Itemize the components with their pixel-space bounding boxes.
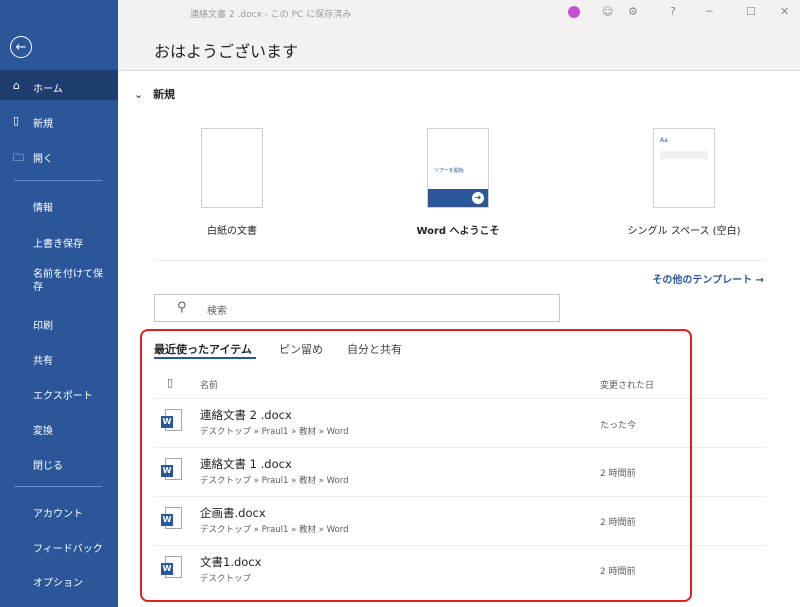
sidebar-item-export[interactable]: エクスポート	[0, 383, 118, 403]
sidebar: ← ⌂ ホーム ▯ 新規 🗀 開く 情報 上書き保存 名前を付けて保存 印刷 共…	[0, 0, 118, 607]
emoji-icon[interactable]: ☺	[602, 5, 613, 18]
annotation-highlight	[140, 329, 692, 602]
sidebar-item-info[interactable]: 情報	[0, 195, 118, 215]
help-icon[interactable]: ?	[670, 5, 676, 18]
template-thumb-line	[660, 151, 708, 159]
home-icon: ⌂	[13, 79, 20, 92]
sidebar-item-account[interactable]: アカウント	[0, 501, 118, 521]
sidebar-divider	[14, 180, 102, 181]
sidebar-item-convert[interactable]: 変換	[0, 418, 118, 438]
template-label: Word へようこそ	[416, 226, 500, 237]
header: おはようございます	[118, 24, 800, 71]
sidebar-item-print[interactable]: 印刷	[0, 313, 118, 333]
template-blank-document[interactable]	[201, 128, 263, 208]
sidebar-divider	[14, 486, 102, 487]
maximize-icon[interactable]: ☐	[746, 5, 756, 18]
new-section-toggle[interactable]: ⌄ 新規	[134, 86, 175, 102]
window-title: 連絡文書 2 .docx - この PC に保存済み	[190, 10, 352, 20]
sidebar-item-options[interactable]: オプション	[0, 570, 118, 590]
arrow-right-icon: ➜	[472, 192, 484, 204]
new-section-title: 新規	[153, 88, 176, 101]
folder-icon: 🗀	[13, 151, 24, 164]
avatar[interactable]	[568, 6, 580, 18]
template-welcome-to-word[interactable]: ツアーを開始 ➜	[427, 128, 489, 208]
search-placeholder: 検索	[207, 306, 227, 317]
new-doc-icon: ▯	[13, 114, 20, 127]
sidebar-item-feedback[interactable]: フィードバック	[0, 536, 118, 556]
back-arrow-icon[interactable]: ←	[10, 36, 32, 58]
template-thumb-text: Aa	[660, 137, 668, 144]
sidebar-item-share[interactable]: 共有	[0, 348, 118, 368]
close-icon[interactable]: ✕	[780, 5, 789, 18]
chevron-down-icon: ⌄	[134, 88, 144, 101]
search-input[interactable]: ⚲ 検索	[154, 294, 560, 322]
settings-icon[interactable]: ⚙	[628, 5, 638, 18]
minimize-icon[interactable]: ─	[706, 5, 713, 18]
sidebar-item-save[interactable]: 上書き保存	[0, 231, 118, 251]
sidebar-item-open[interactable]: 🗀 開く	[0, 145, 118, 167]
template-single-space[interactable]: Aa	[653, 128, 715, 208]
template-thumb-text: ツアーを開始	[434, 168, 464, 174]
sidebar-item-home[interactable]: ⌂ ホーム	[0, 70, 118, 100]
sidebar-item-close[interactable]: 閉じる	[0, 453, 118, 473]
template-label: シングル スペース (空白)	[627, 226, 741, 237]
sidebar-item-save-as[interactable]: 名前を付けて保存	[0, 265, 118, 295]
title-bar: 連絡文書 2 .docx - この PC に保存済み ☺ ⚙ ? ─ ☐ ✕	[118, 0, 800, 24]
more-templates-link[interactable]: その他のテンプレート →	[652, 271, 764, 286]
sidebar-item-new[interactable]: ▯ 新規	[0, 110, 118, 132]
search-icon: ⚲	[177, 300, 187, 315]
template-label: 白紙の文書	[207, 226, 257, 237]
divider	[154, 260, 766, 261]
page-title: おはようございます	[154, 42, 299, 61]
